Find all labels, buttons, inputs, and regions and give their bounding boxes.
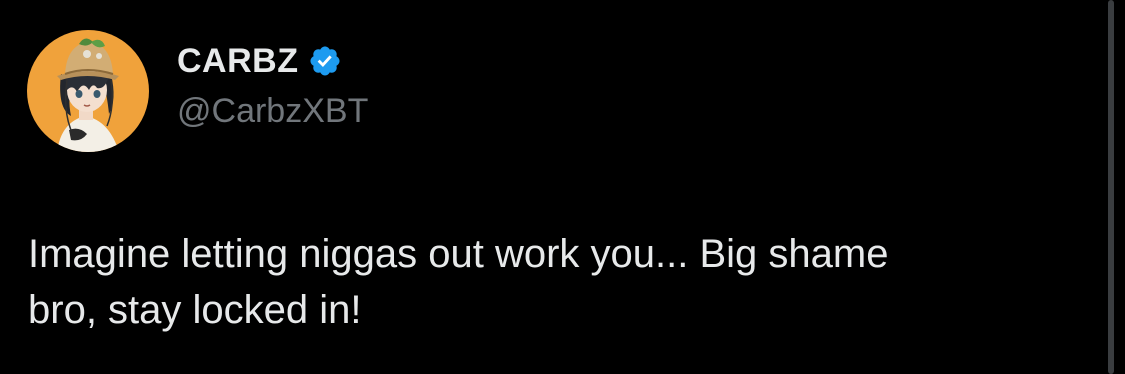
scrollbar-thumb[interactable] bbox=[1108, 0, 1114, 374]
tweet-text: Imagine letting niggas out work you... B… bbox=[28, 232, 889, 332]
anime-character-avatar-icon bbox=[27, 30, 149, 152]
scrollbar[interactable] bbox=[1104, 0, 1125, 374]
author-display-name[interactable]: CARBZ bbox=[177, 42, 298, 81]
avatar[interactable] bbox=[27, 30, 149, 152]
author-handle[interactable]: @CarbzXBT bbox=[177, 92, 368, 131]
author-name-row: CARBZ bbox=[177, 40, 342, 82]
verified-badge-icon bbox=[310, 46, 341, 76]
tweet-card: CARBZ @CarbzXBT Imagine letting niggas o… bbox=[0, 0, 1104, 374]
